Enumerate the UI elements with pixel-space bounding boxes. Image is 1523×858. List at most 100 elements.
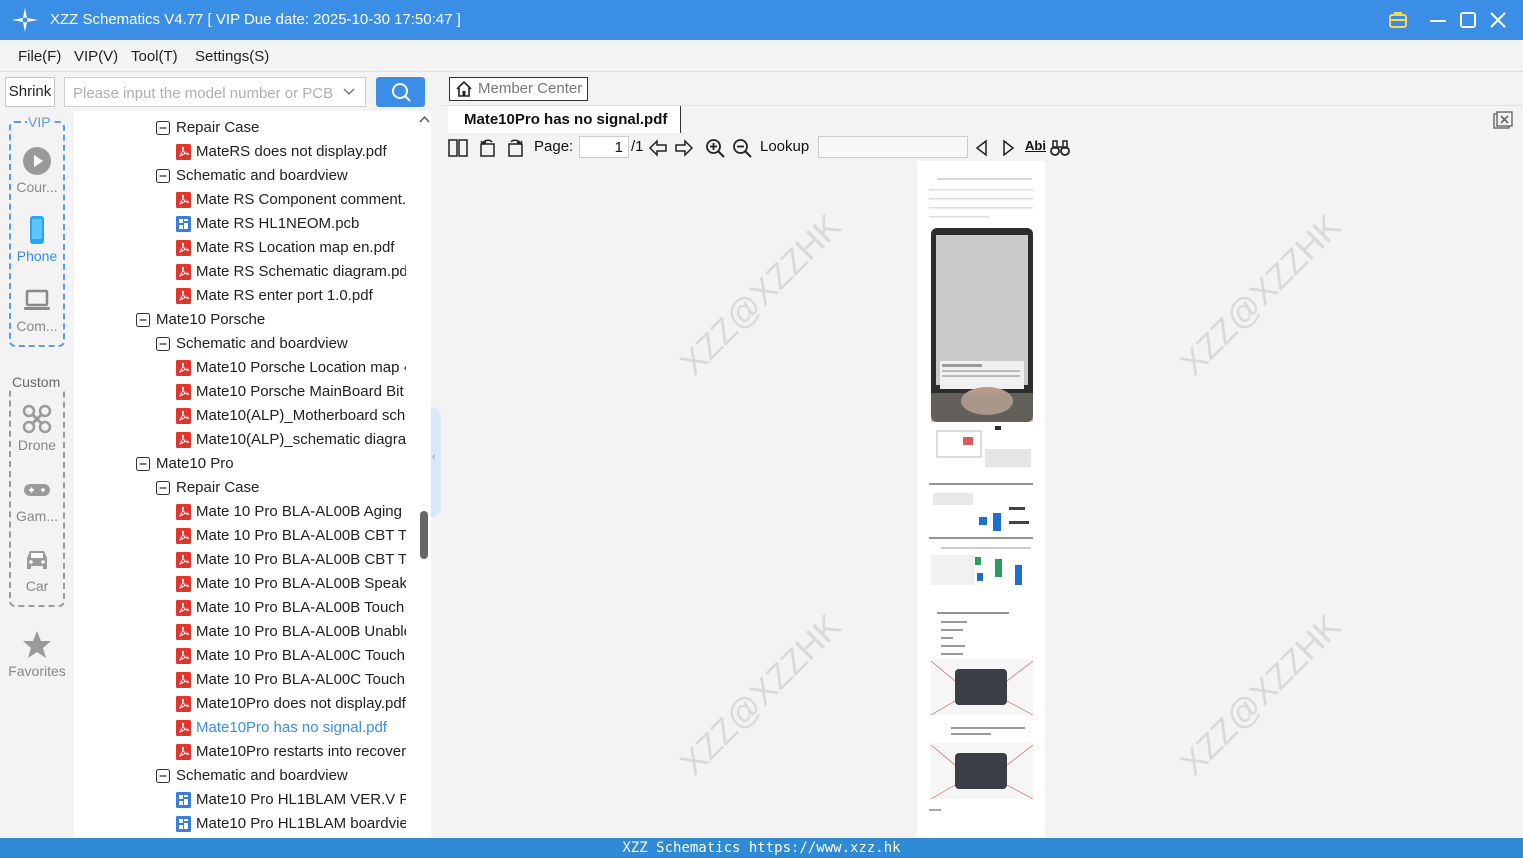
dual-page-icon[interactable] [448,138,468,158]
tree-file-node[interactable]: Mate10 Pro HL1BLAM boardvie [176,812,406,836]
gamepad-icon [24,484,50,496]
category-gaming[interactable]: Gam... [5,474,69,524]
tree-file-node[interactable]: Mate RS enter port 1.0.pdf [176,284,406,308]
collapse-handle[interactable]: ‹ [431,407,441,517]
tree-file-node[interactable]: Mate 10 Pro BLA-AL00C Touch [176,644,406,668]
tree-file-node[interactable]: Mate10(ALP)_Motherboard sch‹ [176,404,406,428]
collapse-node-icon[interactable] [156,337,170,351]
next-page-arrow-icon[interactable] [674,138,694,158]
tree-node-label: Mate RS enter port 1.0.pdf [196,287,373,304]
collapse-node-icon[interactable] [136,457,150,471]
lookup-label: Lookup [760,138,810,155]
home-icon [456,80,472,97]
page-total: /1 [631,138,644,155]
close-tabs-icon[interactable] [1493,111,1513,129]
pdf-canvas[interactable]: XZZ@XZZHK XZZ@XZZHK XZZ@XZZHK XZZ@XZZHK [441,161,1523,838]
collapse-node-icon[interactable] [136,313,150,327]
tree-file-node[interactable]: Mate10Pro does not display.pdf [176,692,406,716]
tree-folder-node[interactable]: Repair Case [156,476,406,500]
tab-document[interactable]: Mate10Pro has no signal.pdf [448,106,681,134]
lookup-input[interactable] [818,136,968,158]
tree-file-node[interactable]: Mate 10 Pro BLA-AL00B CBT Te [176,548,406,572]
pdf-file-icon [176,744,191,760]
category-computer[interactable]: Com... [5,284,69,334]
collapse-node-icon[interactable] [156,169,170,183]
laptop-icon [24,289,50,310]
zoom-out-icon[interactable] [732,138,752,158]
tree-file-node[interactable]: Mate10 Porsche MainBoard Bit [176,380,406,404]
tree-folder-node[interactable]: Mate10 Pro [136,452,406,476]
tree-file-node[interactable]: Mate RS Schematic diagram.pd [176,260,406,284]
pcb-file-icon [176,816,191,832]
tree-file-node[interactable]: Mate 10 Pro BLA-AL00B CBT Te [176,524,406,548]
tree-file-node[interactable]: Mate 10 Pro BLA-AL00B Unable [176,620,406,644]
tree-node-label: Mate 10 Pro BLA-AL00B CBT Te [196,551,406,568]
tree-file-node[interactable]: Mate 10 Pro BLA-AL00B Touch [176,596,406,620]
tree-node-label: Repair Case [176,479,260,496]
tree-file-node[interactable]: Mate 10 Pro BLA-AL00B Speake [176,572,406,596]
scrollbar-thumb[interactable] [420,511,428,559]
menu-settings[interactable]: Settings(S) [195,48,269,65]
tree-node-label: Mate10Pro restarts into recover [196,743,406,760]
tree-node-label: Schematic and boardview [176,335,348,352]
collapse-node-icon[interactable] [156,481,170,495]
vip-crown-icon[interactable] [1386,8,1410,32]
tree-file-node[interactable]: Mate10Pro has no signal.pdf [176,716,406,740]
member-center-button[interactable]: Member Center [449,77,588,101]
tree-node-label: Mate RS Schematic diagram.pd [196,263,406,280]
collapse-node-icon[interactable] [156,121,170,135]
tree-file-node[interactable]: Mate10(ALP)_schematic diagrar [176,428,406,452]
panel-splitter[interactable]: ‹ [431,111,441,838]
shrink-button[interactable]: Shrink [5,77,55,107]
tree-file-node[interactable]: Mate 10 Pro BLA-AL00C Touch [176,668,406,692]
category-favorites[interactable]: Favorites [5,629,69,679]
custom-group-label: Custom [11,374,62,390]
tree-node-label: Mate 10 Pro BLA-AL00C Touch [196,671,406,688]
find-previous-icon[interactable] [972,138,992,158]
search-input[interactable] [73,83,341,103]
minimize-icon[interactable] [1426,8,1450,32]
tree-folder-node[interactable]: Schematic and boardview [156,332,406,356]
category-car[interactable]: Car [5,544,69,594]
tree-file-node[interactable]: Mate10 Porsche Location map ‹ [176,356,406,380]
tree-file-node[interactable]: MateRS does not display.pdf [176,140,406,164]
tree-file-node[interactable]: Mate 10 Pro BLA-AL00B Aging ‹ [176,500,406,524]
tree-file-node[interactable]: Mate RS Location map en.pdf [176,236,406,260]
tree-folder-node[interactable]: Schematic and boardview [156,164,406,188]
rotate-left-icon[interactable] [478,138,498,158]
tree-folder-node[interactable]: Repair Case [156,116,406,140]
rotate-right-icon[interactable] [505,138,525,158]
zoom-in-icon[interactable] [705,138,725,158]
collapse-node-icon[interactable] [156,769,170,783]
search-combobox[interactable] [64,77,366,107]
maximize-icon[interactable] [1456,8,1480,32]
vip-group-label: VIP [27,114,52,130]
close-icon[interactable] [1486,8,1510,32]
previous-page-arrow-icon[interactable] [648,138,668,158]
menu-vip[interactable]: VIP(V) [74,48,118,65]
find-next-icon[interactable] [998,138,1018,158]
scroll-up-icon[interactable] [418,113,431,127]
menu-file[interactable]: File(F) [18,48,61,65]
tree-folder-node[interactable]: Mate10 Porsche [136,308,406,332]
pdf-file-icon [176,576,191,592]
category-courses[interactable]: Cour... [5,145,69,195]
menu-tool[interactable]: Tool(T) [131,48,178,65]
tree-scrollbar[interactable] [418,111,431,838]
pdf-file-icon [176,504,191,520]
tree-folder-node[interactable]: Schematic and boardview [156,764,406,788]
app-logo-icon [12,8,38,32]
match-case-button[interactable]: Abi [1025,138,1046,153]
binoculars-icon[interactable] [1050,138,1070,158]
category-phone[interactable]: Phone [5,214,69,264]
tree-file-node[interactable]: Mate RS HL1NEOM.pcb [176,212,406,236]
category-drone[interactable]: Drone [5,403,69,453]
tree-file-node[interactable]: Mate10 Pro HL1BLAM VER.V PC [176,788,406,812]
page-number-input[interactable] [579,136,629,158]
chevron-down-icon[interactable] [343,87,355,97]
member-center-label: Member Center [478,80,583,97]
tree-file-node[interactable]: Mate RS Component comment. [176,188,406,212]
tree-node-label: Schematic and boardview [176,767,348,784]
tree-file-node[interactable]: Mate10Pro restarts into recover [176,740,406,764]
search-button[interactable] [376,77,425,107]
